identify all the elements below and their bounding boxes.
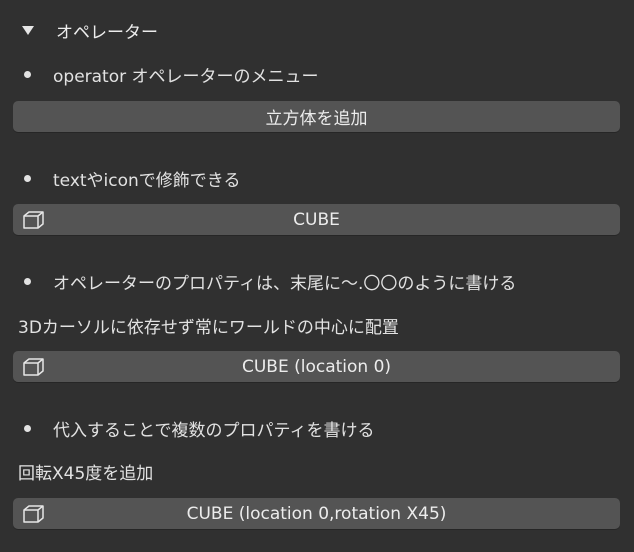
label-text: 3Dカーソルに依存せず常にワールドの中心に配置	[18, 317, 399, 338]
description-world-origin: 3Dカーソルに依存せず常にワールドの中心に配置	[18, 312, 399, 338]
bullet-dot-icon	[24, 277, 31, 285]
cube-button[interactable]: CUBE	[13, 204, 620, 235]
button-label: CUBE (location 0,rotation X45)	[186, 503, 447, 524]
operator-panel: オペレーター operator オペレーターのメニュー 立方体を追加 textや…	[0, 0, 634, 552]
bullet-dot-icon	[24, 424, 31, 432]
button-label: CUBE	[293, 209, 340, 230]
add-cube-button[interactable]: 立方体を追加	[13, 101, 620, 132]
collapse-triangle-icon[interactable]	[22, 25, 34, 35]
button-label: 立方体を追加	[265, 109, 368, 129]
bullet-text: オペレーターのプロパティは、末尾に～.〇〇のように書ける	[53, 273, 517, 294]
bullet-multiple-properties: 代入することで複数のプロパティを書ける	[24, 415, 374, 441]
cube-location-0-button[interactable]: CUBE (location 0)	[13, 351, 620, 382]
description-rotation: 回転X45度を追加	[18, 458, 153, 484]
label-text: 回転X45度を追加	[18, 463, 154, 484]
panel-header-title: オペレーター	[56, 22, 158, 43]
bullet-operator-menu: operator オペレーターのメニュー	[24, 61, 319, 87]
bullet-dot-icon	[24, 174, 31, 182]
cube-icon	[23, 211, 44, 229]
bullet-operator-properties: オペレーターのプロパティは、末尾に～.〇〇のように書ける	[24, 268, 516, 294]
cube-icon	[23, 358, 44, 376]
panel-header[interactable]: オペレーター	[20, 16, 158, 44]
bullet-text: 代入することで複数のプロパティを書ける	[53, 420, 375, 441]
bullet-text: operator オペレーターのメニュー	[53, 66, 319, 87]
bullet-dot-icon	[24, 70, 31, 78]
cube-icon	[23, 505, 44, 523]
button-label: CUBE (location 0)	[241, 356, 392, 377]
bullet-text: textやiconで修飾できる	[53, 170, 241, 191]
bullet-text-icon-decoration: textやiconで修飾できる	[24, 165, 240, 191]
cube-location-rotation-button[interactable]: CUBE (location 0,rotation X45)	[13, 498, 620, 529]
